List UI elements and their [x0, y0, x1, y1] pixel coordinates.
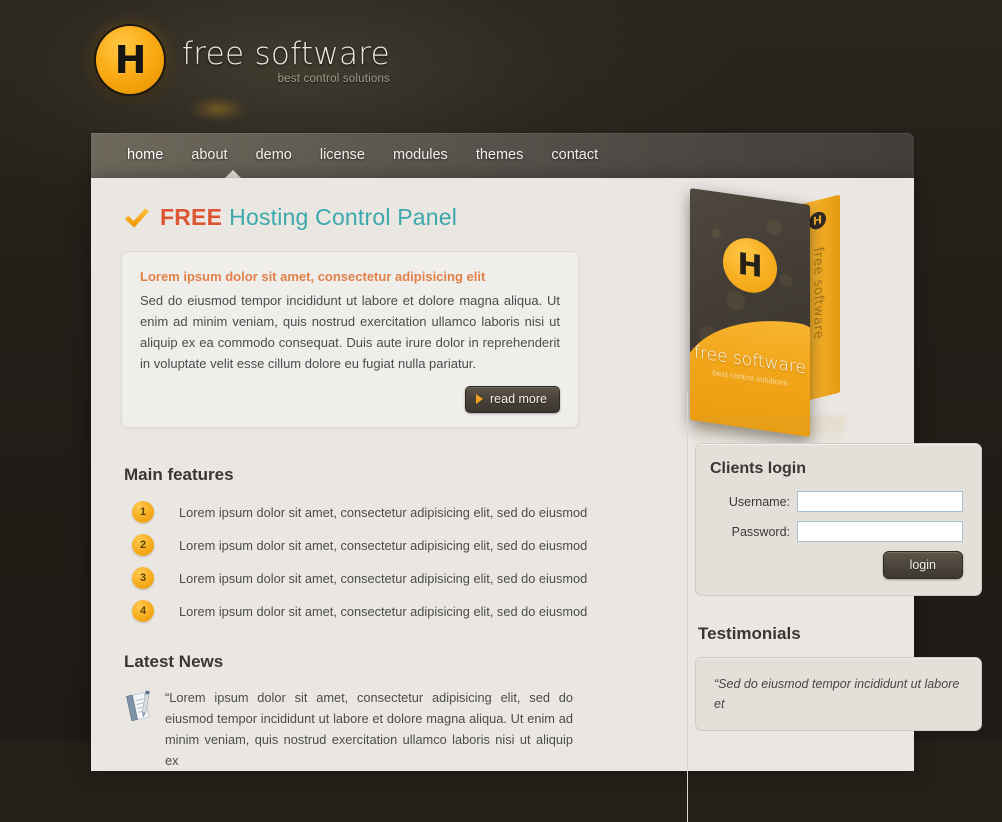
nav-item-modules[interactable]: modules	[379, 133, 462, 178]
read-more-button[interactable]: read more	[465, 386, 560, 413]
clients-login-box: Clients login Username: Password: login	[695, 443, 982, 596]
intro-heading: Lorem ipsum dolor sit amet, consectetur …	[140, 269, 486, 284]
logo-text-block: free software best control solutions	[182, 26, 390, 85]
feature-text: Lorem ipsum dolor sit amet, consectetur …	[179, 570, 588, 586]
nav-item-themes[interactable]: themes	[462, 133, 538, 178]
site-header: H free software best control solutions	[91, 0, 914, 133]
password-label: Password:	[731, 524, 790, 539]
feature-text: Lorem ipsum dolor sit amet, consectetur …	[179, 603, 588, 619]
feature-number-badge: 3	[132, 567, 154, 589]
page-title-free: FREE	[160, 204, 223, 230]
feature-text: Lorem ipsum dolor sit amet, consectetur …	[179, 504, 588, 520]
brand-name: free software	[182, 36, 391, 72]
logo-circle-icon: H	[96, 26, 164, 94]
feature-text: Lorem ipsum dolor sit amet, consectetur …	[179, 537, 588, 553]
play-triangle-icon	[476, 394, 484, 404]
product-box-image: H free software H free software best con…	[678, 188, 888, 450]
read-more-label: read more	[490, 392, 547, 406]
nav-item-demo[interactable]: demo	[242, 133, 306, 178]
notepad-pencil-icon	[126, 690, 150, 722]
main-content: FREE Hosting Control Panel Lorem ipsum d…	[91, 178, 982, 822]
sidebar-column: Clients login Username: Password: login …	[695, 443, 982, 731]
logo-letter: H	[114, 38, 147, 82]
feature-number-badge: 4	[132, 600, 154, 622]
page-title-rest: Hosting Control Panel	[229, 204, 458, 230]
nav-item-license[interactable]: license	[306, 133, 379, 178]
product-box-logo-icon: H	[723, 234, 777, 297]
testimonial-card: “Sed do eiusmod tempor incididunt ut lab…	[695, 657, 982, 731]
checkmark-icon	[125, 207, 149, 228]
intro-body: Sed do eiusmod tempor incididunt ut labo…	[140, 293, 560, 371]
product-box-front: H free software best control solutions	[690, 188, 810, 437]
testimonial-quote: “Sed do eiusmod tempor incididunt ut lab…	[714, 677, 960, 711]
login-button[interactable]: login	[882, 551, 963, 579]
nav-item-home[interactable]: home	[113, 133, 177, 178]
testimonials-heading: Testimonials	[698, 624, 801, 643]
main-navigation: home about demo license modules themes c…	[91, 133, 914, 179]
site-logo[interactable]: H free software best control solutions	[96, 26, 390, 94]
intro-panel: Lorem ipsum dolor sit amet, consectetur …	[121, 251, 579, 428]
column-divider	[687, 392, 688, 822]
news-text: “Lorem ipsum dolor sit amet, consectetur…	[165, 690, 573, 768]
password-input[interactable]	[797, 521, 963, 542]
site-shell: H free software best control solutions h…	[91, 0, 982, 822]
username-label: Username:	[728, 494, 790, 509]
brand-tagline: best control solutions	[277, 73, 391, 85]
username-input[interactable]	[797, 491, 963, 512]
logo-glow-decoration	[188, 96, 248, 122]
product-box-spine-text: free software	[810, 245, 826, 342]
feature-number-badge: 2	[132, 534, 154, 556]
login-title: Clients login	[710, 460, 806, 477]
feature-number-badge: 1	[132, 501, 154, 523]
testimonials-section: Testimonials “Sed do eiusmod tempor inci…	[695, 624, 982, 731]
nav-item-contact[interactable]: contact	[537, 133, 612, 178]
